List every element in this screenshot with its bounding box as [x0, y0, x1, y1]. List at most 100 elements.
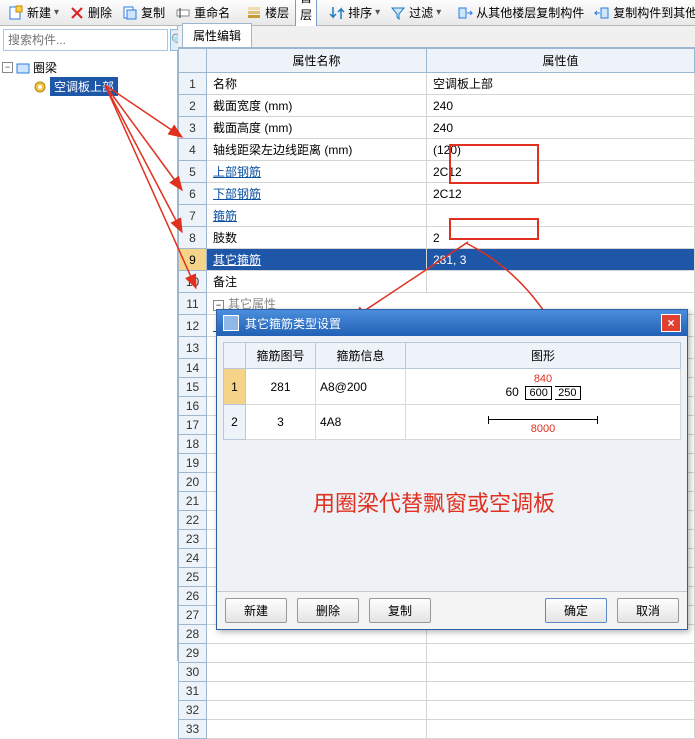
stirrup-num-cell[interactable]: 281 [246, 369, 316, 405]
property-name-cell[interactable] [207, 720, 427, 739]
dlg-copy-button[interactable]: 复制 [369, 598, 431, 623]
property-value-cell[interactable]: 240 [427, 117, 695, 139]
property-value-cell[interactable] [427, 682, 695, 701]
sort-button[interactable]: 排序▾ [325, 2, 384, 23]
stirrup-shape-cell[interactable]: 8000 [406, 405, 681, 440]
property-row[interactable]: 10备注 [179, 271, 695, 293]
close-button[interactable]: × [661, 314, 681, 332]
filter-button[interactable]: 过滤▾ [386, 2, 445, 23]
main-toolbar: 新建▾ 删除 复制 重命名 楼层 首层 ▾ 排序▾ 过滤▾ 从其他楼层复制构件 … [0, 0, 695, 26]
stirrup-num-cell[interactable]: 3 [246, 405, 316, 440]
property-row[interactable]: 31 [179, 682, 695, 701]
stirrup-shape-cell[interactable]: 84060 600 250 [406, 369, 681, 405]
col-header-num[interactable]: 箍筋图号 [246, 343, 316, 369]
row-number: 5 [179, 161, 207, 183]
rename-button[interactable]: 重命名 [171, 2, 234, 23]
col-header-shape[interactable]: 图形 [406, 343, 681, 369]
property-value-cell[interactable]: 281, 3 [427, 249, 695, 271]
property-name-cell[interactable]: 肢数 [207, 227, 427, 249]
property-row[interactable]: 6下部钢筋2C12 [179, 183, 695, 205]
dlg-cancel-button[interactable]: 取消 [617, 598, 679, 623]
delete-button[interactable]: 删除 [65, 2, 116, 23]
stirrup-info-cell[interactable]: A8@200 [316, 369, 406, 405]
property-row[interactable]: 4轴线距梁左边线距离 (mm)(120) [179, 139, 695, 161]
property-value-cell[interactable] [427, 663, 695, 682]
copy-from-button[interactable]: 从其他楼层复制构件 [453, 2, 588, 23]
property-row[interactable]: 9其它箍筋281, 3 [179, 249, 695, 271]
new-button[interactable]: 新建▾ [4, 2, 63, 23]
property-value-cell[interactable]: (120) [427, 139, 695, 161]
dialog-titlebar[interactable]: 其它箍筋类型设置 × [217, 310, 687, 336]
property-value-cell[interactable] [427, 205, 695, 227]
property-row[interactable]: 29 [179, 644, 695, 663]
property-row[interactable]: 7箍筋 [179, 205, 695, 227]
property-name-cell[interactable]: 其它箍筋 [207, 249, 427, 271]
row-number: 27 [179, 606, 207, 625]
search-bar: 🔍 [0, 26, 177, 54]
property-value-cell[interactable] [427, 271, 695, 293]
property-value-cell[interactable]: 2C12 [427, 161, 695, 183]
property-value-cell[interactable]: 240 [427, 95, 695, 117]
col-header-name[interactable]: 属性名称 [207, 49, 427, 73]
property-row[interactable]: 1名称空调板上部 [179, 73, 695, 95]
row-number: 31 [179, 682, 207, 701]
copy-button[interactable]: 复制 [118, 2, 169, 23]
property-name-cell[interactable]: 截面高度 (mm) [207, 117, 427, 139]
property-value-cell[interactable]: 2 [427, 227, 695, 249]
property-value-cell[interactable] [427, 720, 695, 739]
property-row[interactable]: 5上部钢筋2C12 [179, 161, 695, 183]
dlg-ok-button[interactable]: 确定 [545, 598, 607, 623]
property-name-cell[interactable]: 下部钢筋 [207, 183, 427, 205]
floor-label: 楼层 [265, 4, 289, 21]
property-name-cell[interactable]: 上部钢筋 [207, 161, 427, 183]
row-number: 23 [179, 530, 207, 549]
property-name-cell[interactable]: 备注 [207, 271, 427, 293]
search-input[interactable] [3, 29, 168, 51]
property-name-cell[interactable]: 轴线距梁左边线距离 (mm) [207, 139, 427, 161]
property-row[interactable]: 3截面高度 (mm)240 [179, 117, 695, 139]
tree-root-row[interactable]: − 圈梁 [2, 58, 175, 77]
row-number: 1 [224, 369, 246, 405]
property-name-cell[interactable]: 截面宽度 (mm) [207, 95, 427, 117]
row-number: 11 [179, 293, 207, 315]
property-row[interactable]: 32 [179, 701, 695, 720]
property-row[interactable]: 30 [179, 663, 695, 682]
tab-property-edit[interactable]: 属性编辑 [182, 23, 252, 47]
property-name-cell[interactable]: 箍筋 [207, 205, 427, 227]
new-icon [8, 5, 24, 21]
dialog-body: 箍筋图号 箍筋信息 图形 1281A8@20084060 600 250234A… [217, 336, 687, 591]
row-number: 10 [179, 271, 207, 293]
copy-to-button[interactable]: 复制构件到其他楼 [590, 2, 695, 23]
property-name-cell[interactable]: 名称 [207, 73, 427, 95]
stirrup-info-cell[interactable]: 4A8 [316, 405, 406, 440]
annotation-text: 用圈梁代替飘窗或空调板 [313, 486, 555, 518]
rename-label: 重命名 [194, 4, 230, 21]
row-number: 25 [179, 568, 207, 587]
row-number: 8 [179, 227, 207, 249]
copy-to-label: 复制构件到其他楼 [613, 4, 695, 21]
col-header-value[interactable]: 属性值 [427, 49, 695, 73]
rename-icon [175, 5, 191, 21]
row-number: 17 [179, 416, 207, 435]
property-name-cell[interactable] [207, 644, 427, 663]
tree-child-row[interactable]: 空调板上部 [34, 77, 175, 96]
row-number: 3 [179, 117, 207, 139]
property-value-cell[interactable] [427, 701, 695, 720]
row-number: 29 [179, 644, 207, 663]
col-header-info[interactable]: 箍筋信息 [316, 343, 406, 369]
property-value-cell[interactable]: 2C12 [427, 183, 695, 205]
property-row[interactable]: 33 [179, 720, 695, 739]
stirrup-row[interactable]: 234A88000 [224, 405, 681, 440]
dlg-new-button[interactable]: 新建 [225, 598, 287, 623]
property-name-cell[interactable] [207, 663, 427, 682]
property-name-cell[interactable] [207, 701, 427, 720]
property-row[interactable]: 8肢数2 [179, 227, 695, 249]
dlg-delete-button[interactable]: 删除 [297, 598, 359, 623]
property-name-cell[interactable] [207, 682, 427, 701]
property-value-cell[interactable] [427, 644, 695, 663]
collapse-icon[interactable]: − [2, 62, 13, 73]
row-number: 28 [179, 625, 207, 644]
property-value-cell[interactable]: 空调板上部 [427, 73, 695, 95]
stirrup-row[interactable]: 1281A8@20084060 600 250 [224, 369, 681, 405]
property-row[interactable]: 2截面宽度 (mm)240 [179, 95, 695, 117]
